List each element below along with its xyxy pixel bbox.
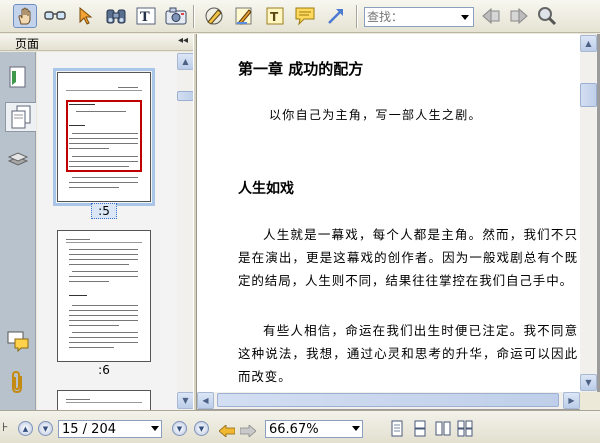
zoom-combo[interactable]: 66.67% bbox=[265, 420, 363, 438]
sidebar-title: 页面 bbox=[15, 37, 40, 51]
toolbar-separator bbox=[193, 5, 195, 28]
attachment-icon[interactable] bbox=[4, 367, 32, 397]
highlighter-icon[interactable] bbox=[232, 4, 256, 28]
document-view: 第一章 成功的配方 以你自己为主角，写一部人生之剧。 人生如戏 人生就是一幕戏，… bbox=[197, 34, 600, 410]
page-label[interactable]: :6 bbox=[91, 363, 117, 377]
find-dropdown-button[interactable] bbox=[457, 8, 473, 26]
document-vertical-scrollbar[interactable]: ▲ ▼ bbox=[580, 34, 597, 392]
chapter-motto: 以你自己为主角，写一部人生之剧。 bbox=[269, 108, 482, 122]
select-arrow-icon[interactable] bbox=[74, 4, 98, 28]
previous-page-icon[interactable]: ▲ bbox=[18, 421, 33, 436]
binoculars-icon[interactable] bbox=[104, 4, 128, 28]
page-label[interactable]: :5 bbox=[91, 203, 117, 219]
go-back-icon[interactable] bbox=[218, 422, 236, 438]
next-page-icon[interactable]: ▼ bbox=[172, 421, 187, 436]
scrollbar-corner bbox=[580, 392, 600, 410]
last-page-icon[interactable]: ▼ bbox=[194, 421, 209, 436]
comment-icon[interactable] bbox=[293, 4, 317, 28]
chevron-down-icon[interactable] bbox=[151, 426, 159, 431]
pencil-icon[interactable] bbox=[202, 4, 226, 28]
facing-view-icon[interactable] bbox=[435, 420, 451, 437]
find-field[interactable] bbox=[364, 7, 474, 27]
search-web-icon[interactable] bbox=[535, 4, 559, 28]
continuous-facing-view-icon[interactable] bbox=[457, 420, 473, 437]
paragraph: 人生就是一幕戏，每个人都是主角。然而，我们不只是在演出，更是这幕戏的创作者。因为… bbox=[238, 227, 578, 288]
back-icon[interactable] bbox=[479, 4, 503, 28]
svg-text:T: T bbox=[270, 10, 279, 24]
scroll-thumb[interactable] bbox=[177, 91, 194, 101]
continuous-view-icon[interactable] bbox=[412, 420, 428, 437]
document-horizontal-scrollbar[interactable]: ◀ ▶ bbox=[197, 392, 580, 409]
page-thumbnail[interactable] bbox=[57, 390, 151, 410]
arrow-icon[interactable] bbox=[324, 4, 348, 28]
status-bar: ⊦ ▲ ▼ 15 / 204 ▼ ▼ 66.67% bbox=[0, 410, 600, 443]
scroll-up-button[interactable]: ▲ bbox=[177, 53, 194, 70]
sidebar-tabs bbox=[0, 52, 36, 410]
next-page-icon[interactable]: ▼ bbox=[38, 421, 53, 436]
toolbar-separator bbox=[356, 5, 358, 28]
find-input[interactable] bbox=[367, 9, 457, 25]
scroll-thumb[interactable] bbox=[217, 393, 559, 407]
scroll-left-button[interactable]: ◀ bbox=[197, 392, 214, 409]
text-select-icon[interactable]: T bbox=[134, 4, 158, 28]
pdf-reader-window: T T 查找： 页面 ◂◂:5:6 ▲ ▼ 第一章 成功的配方 以你自己为主… bbox=[0, 0, 600, 443]
camera-icon[interactable] bbox=[164, 4, 188, 28]
paragraph: 有些人相信，命运在我们出生时便已注定。我不同意这种说法，我想，通过心灵和思考的升… bbox=[238, 323, 578, 384]
layers-icon[interactable] bbox=[4, 144, 32, 174]
toolbar: T T bbox=[0, 0, 600, 33]
scroll-down-button[interactable]: ▼ bbox=[177, 392, 194, 409]
chapter-title: 第一章 成功的配方 bbox=[238, 60, 364, 78]
go-forward-icon[interactable] bbox=[239, 422, 257, 438]
page-number-value[interactable]: 15 / 204 bbox=[62, 421, 116, 438]
hand-icon[interactable] bbox=[13, 4, 37, 28]
pages-bookmark-icon[interactable] bbox=[4, 62, 32, 92]
zoom-value[interactable]: 66.67% bbox=[269, 421, 319, 438]
svg-text:T: T bbox=[140, 10, 150, 25]
section-title: 人生如戏 bbox=[238, 181, 294, 197]
text-box-icon[interactable]: T bbox=[263, 4, 287, 28]
scroll-thumb[interactable] bbox=[580, 83, 597, 107]
document-page: 第一章 成功的配方 以你自己为主角，写一部人生之剧。 人生如戏 人生就是一幕戏，… bbox=[197, 34, 580, 392]
first-page-button[interactable]: ⊦ bbox=[2, 420, 8, 434]
forward-icon[interactable] bbox=[507, 4, 531, 28]
single-page-view-icon[interactable] bbox=[389, 420, 405, 437]
scroll-down-button[interactable]: ▼ bbox=[580, 374, 597, 391]
thumbnail-scrollbar[interactable]: ▲ ▼ bbox=[177, 52, 194, 410]
chevron-down-icon[interactable] bbox=[352, 426, 360, 431]
sidebar-header: 页面 ◂◂ bbox=[0, 34, 194, 51]
page-thumbnail[interactable] bbox=[53, 68, 155, 206]
pages-icon[interactable] bbox=[5, 102, 36, 132]
thumbnail-panel: :5 :6 ▲ ▼ bbox=[37, 52, 194, 410]
collapse-sidebar-button[interactable]: ◂◂ bbox=[178, 35, 188, 46]
glasses-icon[interactable] bbox=[43, 4, 67, 28]
scroll-right-button[interactable]: ▶ bbox=[563, 392, 580, 409]
scroll-up-button[interactable]: ▲ bbox=[580, 35, 597, 52]
page-thumbnail[interactable] bbox=[57, 230, 151, 362]
comments-icon[interactable] bbox=[4, 326, 32, 356]
page-number-combo[interactable]: 15 / 204 bbox=[58, 420, 162, 438]
